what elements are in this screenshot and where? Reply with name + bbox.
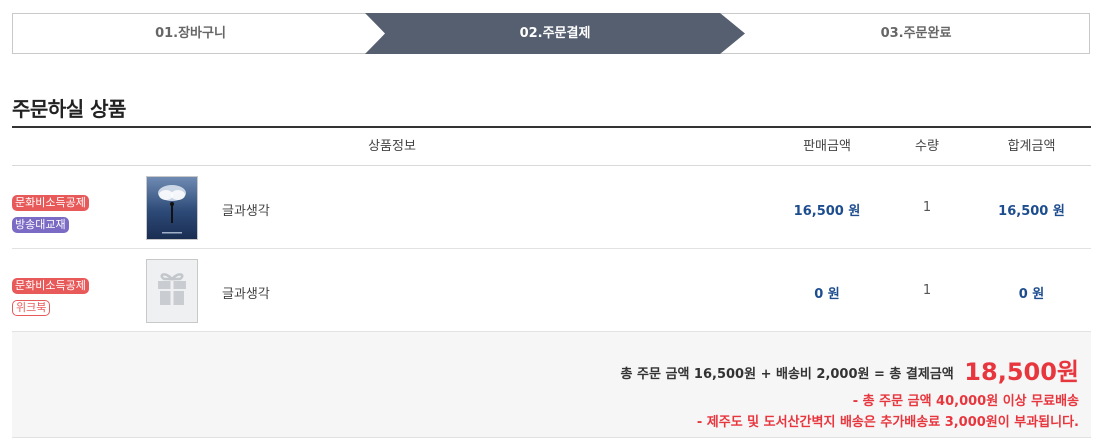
book-cover-image[interactable] xyxy=(146,176,198,240)
step-payment: 02.주문결제 xyxy=(519,26,591,41)
step-cart: 01.장바구니 xyxy=(155,26,226,41)
order-steps: 01.장바구니 02.주문결제 03.주문완료 xyxy=(12,13,1090,54)
badge-broadcast-textbook: 방송대교재 xyxy=(12,217,69,233)
summary-line: 총 주문 금액 16,500원 + 배송비 2,000원 = 총 결제금액 18… xyxy=(621,352,1079,387)
header-price: 판매금액 xyxy=(803,139,851,154)
product-quantity: 1 xyxy=(922,283,932,298)
product-total: 0 원 xyxy=(1018,287,1045,302)
order-summary: 총 주문 금액 16,500원 + 배송비 2,000원 = 총 결제금액 18… xyxy=(12,332,1091,438)
badge-culture-deduction: 문화비소득공제 xyxy=(12,195,89,211)
header-total: 합계금액 xyxy=(1007,139,1056,154)
badge-weekbook: 위크북 xyxy=(12,300,51,316)
product-price: 16,500 원 xyxy=(793,204,861,219)
product-quantity: 1 xyxy=(922,200,932,215)
product-name[interactable]: 글과생각 xyxy=(222,283,270,302)
badge-group: 문화비소득공제 위크북 xyxy=(12,274,122,318)
grand-total: 18,500원 xyxy=(964,358,1079,386)
order-items-table: 상품정보 판매금액 수량 합계금액 문화비소득공제 방송대교재 글과생각 16,… xyxy=(12,126,1091,438)
gift-icon xyxy=(158,273,186,305)
page-title: 주문하실 상품 xyxy=(12,97,126,121)
table-row: 문화비소득공제 방송대교재 글과생각 16,500 원 1 16,500 원 xyxy=(12,166,1091,249)
free-shipping-note: - 총 주문 금액 40,000원 이상 무료배송 xyxy=(852,394,1079,409)
summary-formula: 총 주문 금액 16,500원 + 배송비 2,000원 = 총 결제금액 xyxy=(620,367,954,382)
product-name[interactable]: 글과생각 xyxy=(222,200,270,219)
extra-shipping-note: - 제주도 및 도서산간벽지 배송은 추가배송료 3,000원이 부과됩니다. xyxy=(696,415,1079,430)
book-cover-art xyxy=(158,185,186,234)
product-price: 0 원 xyxy=(814,287,840,302)
step-complete: 03.주문완료 xyxy=(880,26,952,41)
header-quantity: 수량 xyxy=(915,139,939,154)
badge-culture-deduction: 문화비소득공제 xyxy=(12,278,89,294)
badge-group: 문화비소득공제 방송대교재 xyxy=(12,191,122,235)
table-header: 상품정보 판매금액 수량 합계금액 xyxy=(12,126,1091,166)
table-row: 문화비소득공제 위크북 글과생각 0 원 1 0 원 xyxy=(12,249,1091,332)
gift-thumbnail[interactable] xyxy=(146,259,198,323)
product-total: 16,500 원 xyxy=(998,204,1065,219)
header-product-info: 상품정보 xyxy=(368,139,416,154)
